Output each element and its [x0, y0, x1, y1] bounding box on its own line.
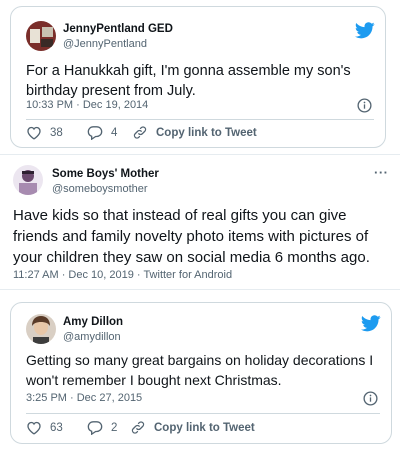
tweet-card-2[interactable]: Some Boys' Mother @someboysmother ··· Ha…: [0, 154, 400, 290]
twitter-bird-icon[interactable]: [355, 22, 375, 39]
info-icon[interactable]: [357, 98, 372, 113]
like-button[interactable]: 63: [26, 420, 63, 435]
reply-icon: [87, 126, 103, 140]
link-icon: [133, 126, 147, 139]
user-handle[interactable]: @JennyPentland: [63, 38, 147, 50]
tweet-timestamp[interactable]: 3:25 PM · Dec 27, 2015: [26, 392, 142, 404]
divider: [26, 119, 374, 120]
like-button[interactable]: 38: [26, 125, 63, 140]
like-count: 38: [50, 126, 63, 139]
tweet-timestamp[interactable]: 11:27 AM · Dec 10, 2019 · Twitter for An…: [13, 269, 232, 281]
avatar[interactable]: [26, 21, 56, 51]
copy-link-label: Copy link to Tweet: [156, 126, 257, 139]
copy-link-label: Copy link to Tweet: [154, 421, 255, 434]
twitter-bird-icon[interactable]: [361, 315, 381, 332]
display-name[interactable]: Amy Dillon: [63, 316, 123, 328]
reply-count: 4: [111, 126, 118, 139]
reply-button[interactable]: 4: [87, 125, 117, 140]
copy-link-button[interactable]: Copy link to Tweet: [130, 420, 255, 435]
tweet-card-1[interactable]: JennyPentland GED @JennyPentland For a H…: [10, 6, 386, 148]
avatar[interactable]: [13, 165, 43, 195]
reply-icon: [87, 421, 103, 435]
reply-count: 2: [111, 421, 118, 434]
like-count: 63: [50, 421, 63, 434]
tweet-text: For a Hanukkah gift, I'm gonna assemble …: [26, 63, 351, 99]
heart-icon: [27, 126, 41, 140]
divider: [26, 413, 380, 414]
heart-icon: [27, 421, 41, 435]
tweet-text: Getting so many great bargains on holida…: [26, 352, 374, 388]
tweet-timestamp[interactable]: 10:33 PM · Dec 19, 2014: [26, 99, 148, 111]
copy-link-button[interactable]: Copy link to Tweet: [132, 125, 257, 140]
tweet-card-3[interactable]: Amy Dillon @amydillon Getting so many gr…: [10, 302, 392, 444]
display-name[interactable]: Some Boys' Mother: [52, 168, 159, 180]
display-name[interactable]: JennyPentland GED: [63, 23, 173, 35]
user-handle[interactable]: @someboysmother: [52, 183, 148, 195]
tweet-text: Have kids so that instead of real gifts …: [13, 207, 370, 266]
reply-button[interactable]: 2: [87, 420, 117, 435]
user-handle[interactable]: @amydillon: [63, 331, 121, 343]
info-icon[interactable]: [363, 391, 378, 406]
avatar[interactable]: [26, 314, 56, 344]
link-icon: [131, 421, 145, 434]
more-options-icon[interactable]: ···: [374, 165, 389, 180]
